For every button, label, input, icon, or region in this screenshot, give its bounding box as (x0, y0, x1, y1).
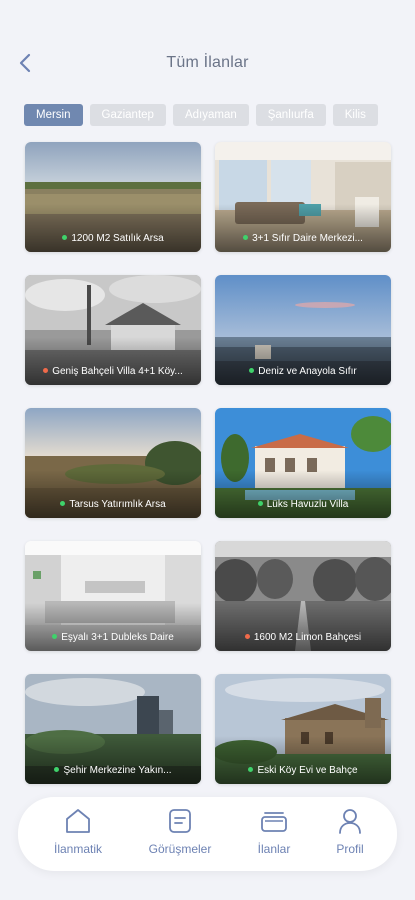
listing-title: Lüks Havuzlu Villa (215, 499, 391, 510)
listing-card[interactable]: Eşyalı 3+1 Dubleks Daire (25, 541, 201, 651)
listing-card[interactable]: Geniş Bahçeli Villa 4+1 Köy... (25, 275, 201, 385)
nav-label: Görüşmeler (148, 842, 212, 856)
nav-label: İlanmatik (53, 842, 103, 856)
listing-title: Eski Köy Evi ve Bahçe (215, 765, 391, 776)
caption-shade (25, 603, 201, 651)
city-chip-sanliurfa[interactable]: Şanlıurfa (255, 104, 326, 126)
city-chip-adiyaman[interactable]: Adıyaman (172, 104, 249, 126)
listing-card[interactable]: 1200 M2 Satılık Arsa (25, 142, 201, 252)
listing-card[interactable]: Eski Köy Evi ve Bahçe (215, 674, 391, 784)
status-dot (244, 633, 250, 639)
listing-title-text: Eski Köy Evi ve Bahçe (257, 765, 358, 776)
listing-title: Geniş Bahçeli Villa 4+1 Köy... (25, 366, 201, 377)
header: Tüm İlanlar (0, 40, 415, 86)
listing-title-text: Geniş Bahçeli Villa 4+1 Köy... (52, 366, 183, 377)
page-title: Tüm İlanlar (166, 54, 249, 71)
status-dot (60, 500, 66, 506)
listing-title-text: Tarsus Yatırımlık Arsa (69, 499, 166, 510)
city-chip-kilis[interactable]: Kilis (332, 104, 378, 126)
status-dot (257, 500, 263, 506)
listing-title-text: Deniz ve Anayola Sıfır (258, 366, 357, 377)
caption-shade (25, 736, 201, 784)
listing-card[interactable]: Deniz ve Anayola Sıfır (215, 275, 391, 385)
listing-title-text: Şehir Merkezine Yakın... (63, 765, 172, 776)
bottom-nav: İlanmatik Görüşmeler İlanlar Profil (18, 797, 397, 871)
status-dot (249, 367, 255, 373)
status-dot (43, 367, 49, 373)
listing-title: Şehir Merkezine Yakın... (25, 765, 201, 776)
caption-shade (215, 603, 391, 651)
listing-title: Deniz ve Anayola Sıfır (215, 366, 391, 377)
city-chip-mersin[interactable]: Mersin (24, 104, 83, 126)
caption-shade (25, 470, 201, 518)
listing-card[interactable]: 3+1 Sıfır Daire Merkezi... (215, 142, 391, 252)
listing-title: 1200 M2 Satılık Arsa (25, 233, 201, 244)
caption-shade (25, 204, 201, 252)
nav-label: İlanlar (257, 842, 291, 856)
caption-shade (215, 337, 391, 385)
nav-profil[interactable]: Profil (310, 807, 390, 863)
listing-card[interactable]: Lüks Havuzlu Villa (215, 408, 391, 518)
listing-card[interactable]: 1600 M2 Limon Bahçesi (215, 541, 391, 651)
city-chip-gaziantep[interactable]: Gaziantep (89, 104, 166, 126)
status-dot (248, 766, 254, 772)
listings-icon (261, 812, 287, 832)
listing-title-text: Lüks Havuzlu Villa (266, 499, 349, 510)
nav-ilanlar[interactable]: İlanlar (234, 807, 314, 863)
caption-shade (215, 736, 391, 784)
status-dot (54, 766, 60, 772)
chat-icon (169, 809, 191, 833)
home-icon (66, 809, 90, 833)
listing-card[interactable]: Tarsus Yatırımlık Arsa (25, 408, 201, 518)
user-icon (339, 809, 361, 834)
listing-title: Eşyalı 3+1 Dubleks Daire (25, 632, 201, 643)
status-dot (243, 234, 249, 240)
nav-ilanmatik[interactable]: İlanmatik (38, 807, 118, 863)
listing-title-text: 1200 M2 Satılık Arsa (71, 233, 164, 244)
status-dot (62, 234, 68, 240)
nav-gorusmeler[interactable]: Görüşmeler (140, 807, 220, 863)
listing-title-text: 1600 M2 Limon Bahçesi (253, 632, 362, 643)
caption-shade (25, 337, 201, 385)
status-dot (52, 633, 58, 639)
listing-title-text: 3+1 Sıfır Daire Merkezi... (252, 233, 363, 244)
listing-title: 3+1 Sıfır Daire Merkezi... (215, 233, 391, 244)
city-filter: Mersin Gaziantep Adıyaman Şanlıurfa Kilis (24, 104, 415, 126)
listing-title: Tarsus Yatırımlık Arsa (25, 499, 201, 510)
listing-title: 1600 M2 Limon Bahçesi (215, 632, 391, 643)
nav-label: Profil (336, 842, 364, 856)
caption-shade (215, 204, 391, 252)
listing-card[interactable]: Şehir Merkezine Yakın... (25, 674, 201, 784)
listing-title-text: Eşyalı 3+1 Dubleks Daire (61, 632, 174, 643)
caption-shade (215, 470, 391, 518)
